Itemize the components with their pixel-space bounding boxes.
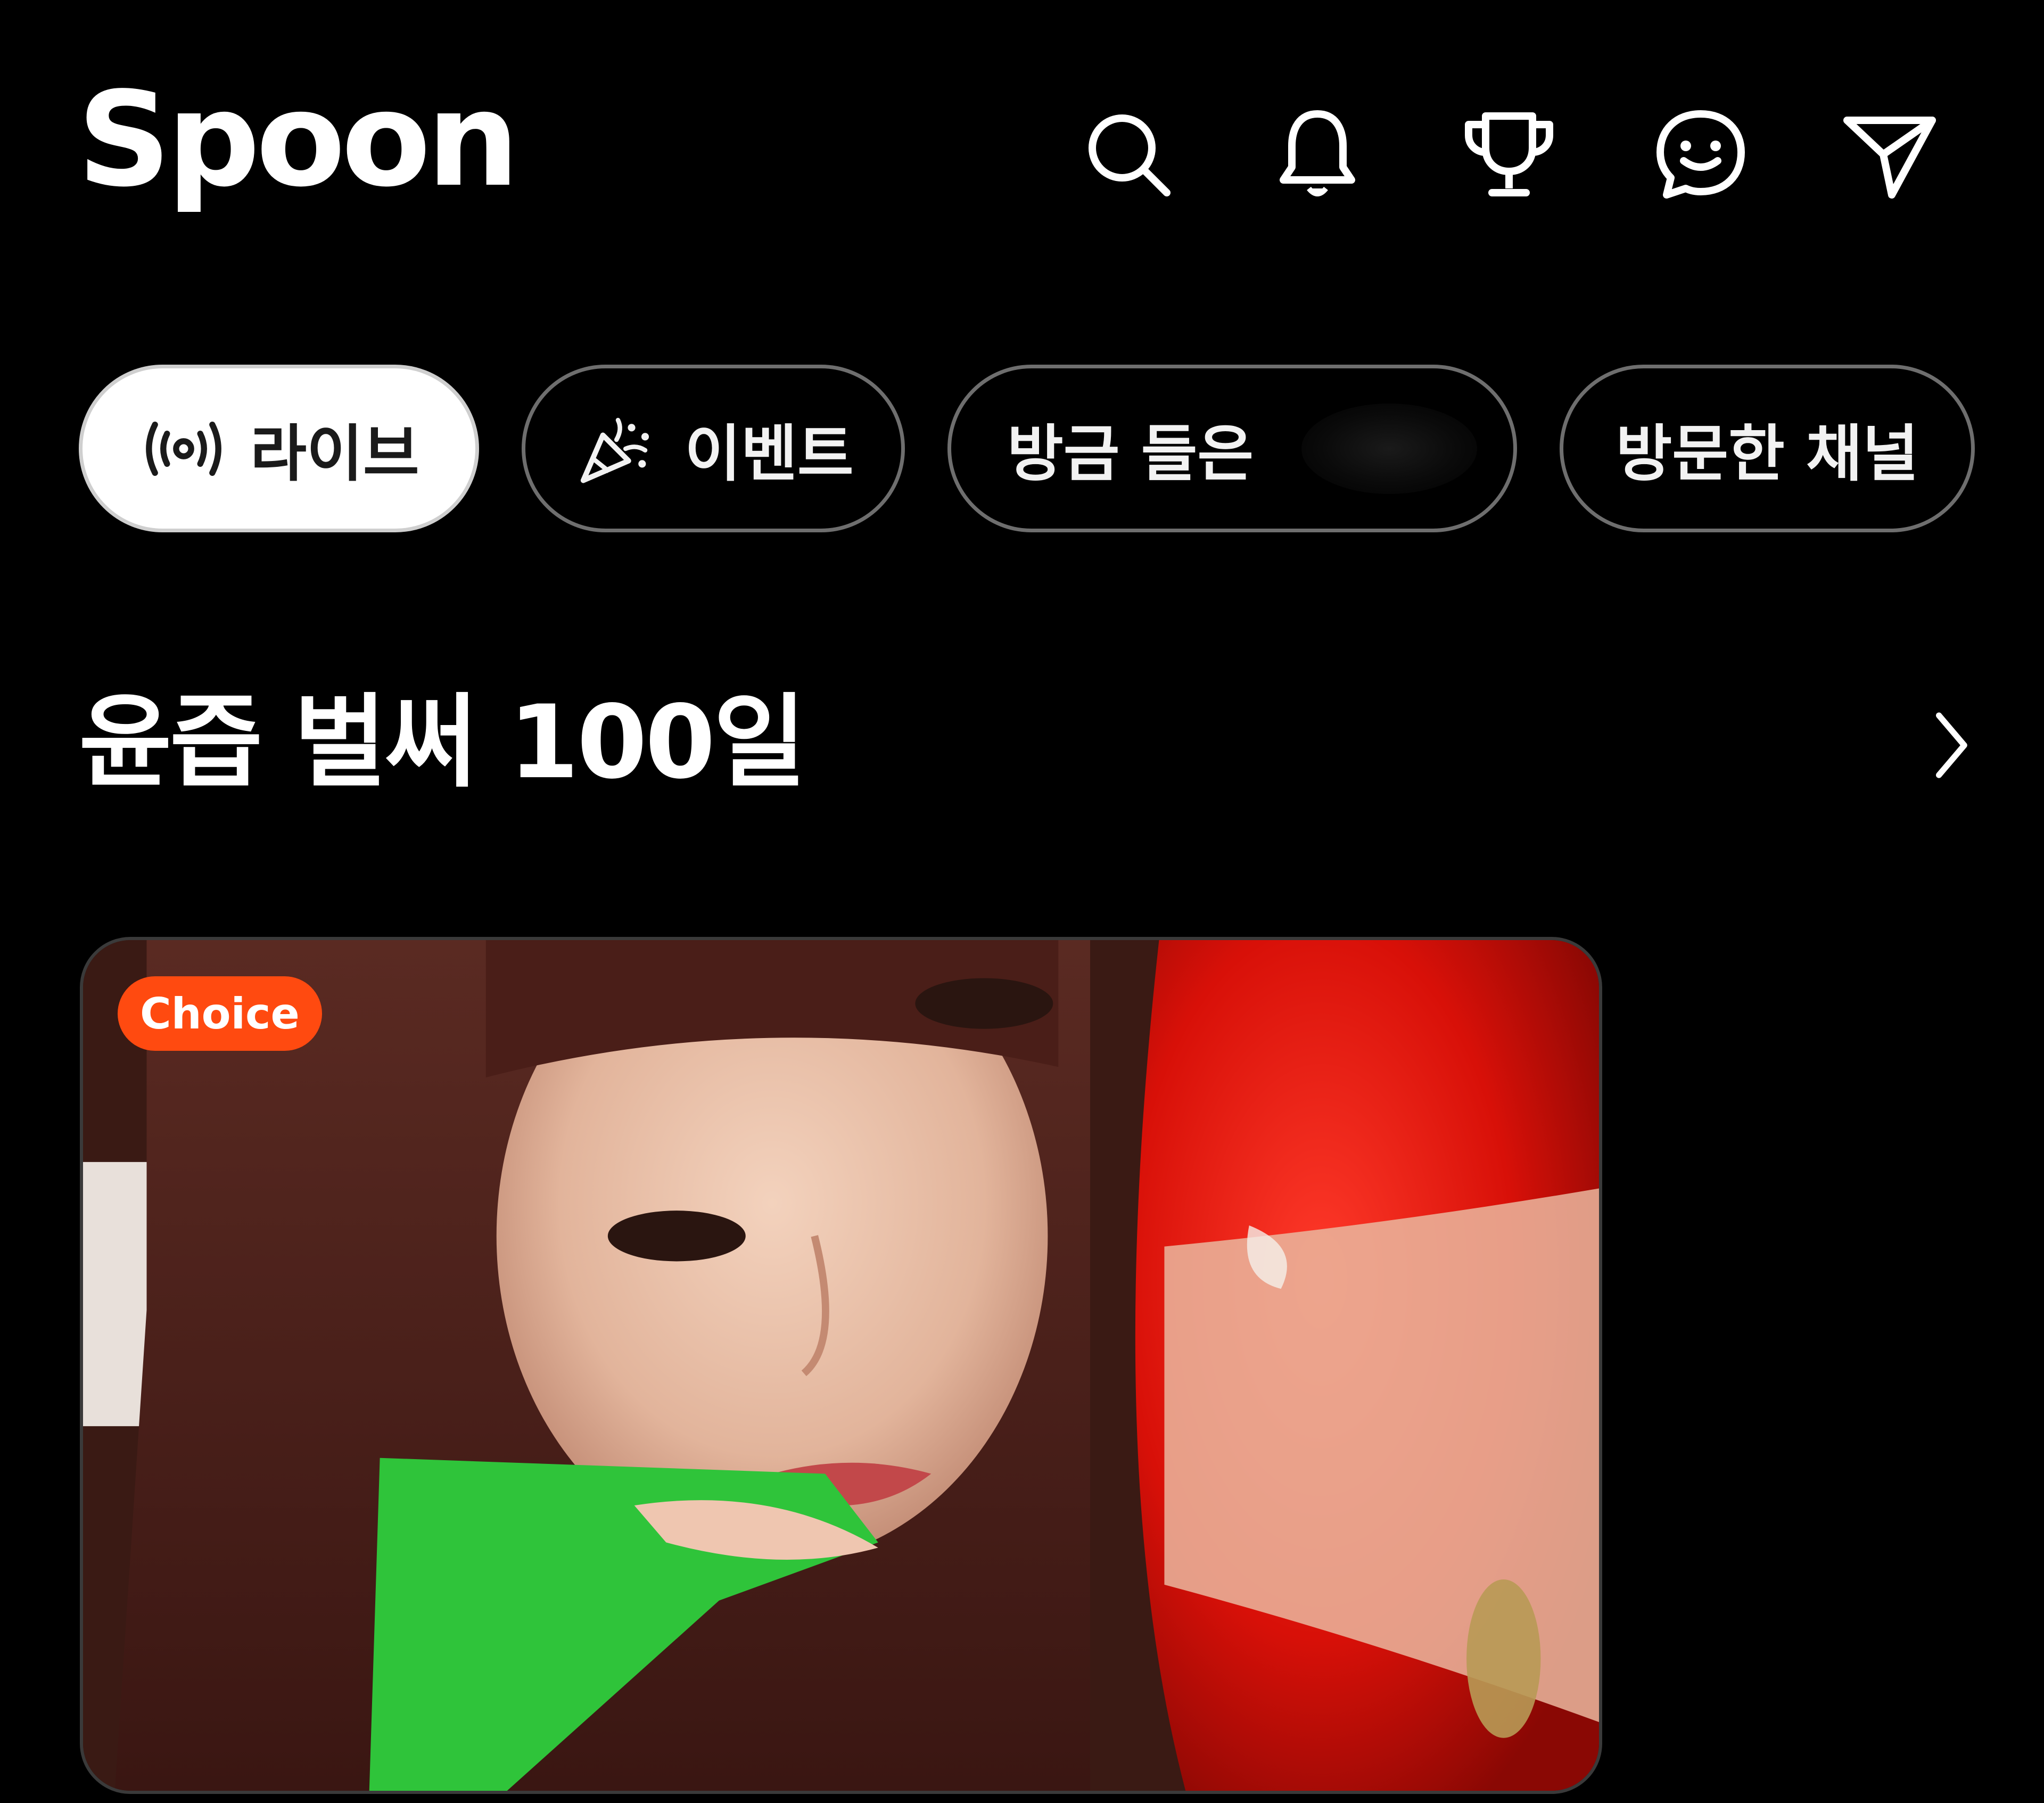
chip-live[interactable]: 라이브 <box>79 365 479 532</box>
spoon-logo[interactable]: Spoon <box>77 75 520 205</box>
bell-icon <box>1280 110 1355 196</box>
search-button[interactable] <box>1070 96 1187 213</box>
section-title: 윤즙 벌써 100일 <box>79 684 806 801</box>
send-icon <box>1843 117 1936 199</box>
chip-visited-label: 방문한 채널 <box>1616 418 1919 490</box>
party-popper-icon <box>573 409 663 489</box>
broadcast-card[interactable]: Choice <box>80 937 1602 1794</box>
chip-event-label: 이벤트 <box>685 418 854 490</box>
messages-button[interactable] <box>1642 96 1759 213</box>
live-broadcast-icon <box>138 409 229 489</box>
section-more-button[interactable] <box>1916 703 1985 788</box>
choice-badge: Choice <box>118 976 322 1051</box>
trophy-icon <box>1465 112 1553 196</box>
notifications-button[interactable] <box>1259 96 1376 213</box>
chip-event[interactable]: 이벤트 <box>522 365 905 532</box>
chip-visited-channels[interactable]: 방문한 채널 <box>1560 365 1975 532</box>
home-screen: Spoon 라이브 이벤트 방금 들은 방문한 채널 윤즙 벌써 100일 Ch… <box>0 0 2044 1803</box>
search-icon <box>1089 114 1171 196</box>
chip-live-label: 라이브 <box>250 418 419 490</box>
chevron-right-icon <box>1936 712 1967 778</box>
share-button[interactable] <box>1831 96 1948 213</box>
chip-recently-heard[interactable]: 방금 들은 <box>947 365 1517 532</box>
chat-smile-icon <box>1656 110 1745 199</box>
top-bar: Spoon <box>0 0 2044 298</box>
ranking-button[interactable] <box>1450 96 1568 213</box>
card-thumbnail-image <box>83 940 1599 1791</box>
blurred-thumbnail <box>1301 403 1478 494</box>
chip-recent-label: 방금 들은 <box>1007 418 1254 490</box>
